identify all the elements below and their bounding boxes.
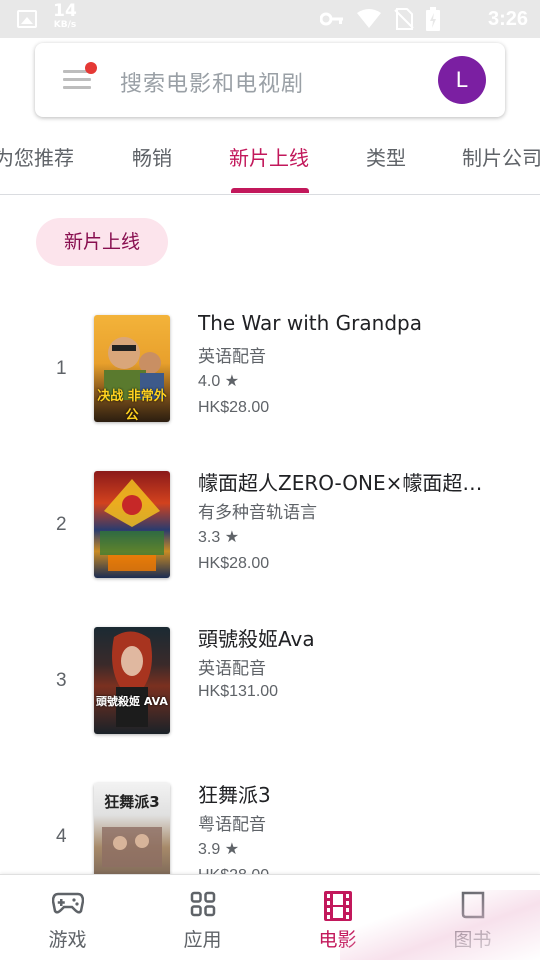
nav-label: 应用 <box>183 929 222 951</box>
gamepad-icon <box>51 892 84 914</box>
movie-poster[interactable] <box>94 471 170 578</box>
price: HK$28.00 <box>198 555 270 572</box>
movie-title[interactable]: 幪面超人ZERO-ONE×幪面超人… <box>198 467 498 496</box>
film-icon <box>323 891 352 921</box>
rating: 3.9 ★ <box>198 839 239 859</box>
bottom-navigation: 游戏 应用 电影 图书 <box>0 874 540 960</box>
tab-recommended[interactable]: 为您推荐 <box>0 142 74 171</box>
notification-dot <box>85 62 97 74</box>
rank-number: 4 <box>56 826 67 847</box>
book-icon <box>461 891 484 919</box>
network-speed-value: 14 <box>53 1 77 21</box>
movie-title[interactable]: 頭號殺姬Ava <box>198 623 498 652</box>
poster-title: 頭號殺姬 AVA <box>96 695 168 708</box>
wifi-icon <box>357 9 381 28</box>
movie-title[interactable]: 狂舞派3 <box>198 779 498 808</box>
tab-new-releases[interactable]: 新片上线 <box>229 142 309 171</box>
audio-language: 英语配音 <box>198 659 266 679</box>
poster-title: 狂舞派3 <box>104 793 160 811</box>
menu-icon[interactable] <box>63 62 97 92</box>
poster-title: 决战 非常外公 <box>97 389 167 422</box>
price: HK$28.00 <box>198 399 270 416</box>
apps-grid-icon <box>190 891 215 917</box>
tab-indicator <box>231 188 309 193</box>
rank-number: 1 <box>56 358 67 379</box>
nav-games[interactable]: 游戏 <box>0 875 135 960</box>
poster-art <box>100 479 164 571</box>
nav-label: 图书 <box>453 929 492 951</box>
star-icon: ★ <box>224 529 240 546</box>
network-speed: 14 KB/s <box>48 3 82 30</box>
rank-number: 3 <box>56 670 67 691</box>
status-icons <box>320 6 440 32</box>
nav-movies[interactable]: 电影 <box>270 875 405 960</box>
rank-number: 2 <box>56 514 67 535</box>
battery-icon <box>426 7 440 31</box>
star-icon: ★ <box>224 373 240 390</box>
rating: 4.0 ★ <box>198 371 239 391</box>
rating-value: 3.9 <box>198 841 221 858</box>
status-bar: 14 KB/s 3:26 <box>0 0 540 38</box>
no-sim-icon <box>394 8 414 30</box>
search-input[interactable]: 搜索电影和电视剧 <box>120 66 304 98</box>
nav-apps[interactable]: 应用 <box>135 875 270 960</box>
movie-poster[interactable]: 頭號殺姬 AVA <box>94 627 170 734</box>
movie-poster[interactable]: 决战 非常外公 <box>94 315 170 422</box>
avatar[interactable]: L <box>438 56 486 104</box>
audio-language: 英语配音 <box>198 347 266 367</box>
nav-label: 游戏 <box>48 929 87 951</box>
rating-value: 4.0 <box>198 373 221 390</box>
key-icon <box>320 12 343 26</box>
tab-genres[interactable]: 类型 <box>366 142 406 171</box>
new-releases-chip[interactable]: 新片上线 <box>36 218 168 266</box>
poster-art <box>112 631 152 727</box>
network-speed-unit: KB/s <box>53 20 77 30</box>
rating-value: 3.3 <box>198 529 221 546</box>
category-tabs: 为您推荐 畅销 新片上线 类型 制片公司 <box>0 130 540 195</box>
search-bar[interactable]: 搜索电影和电视剧 L <box>35 43 505 117</box>
tab-top-selling[interactable]: 畅销 <box>132 142 172 171</box>
audio-language: 粤语配音 <box>198 815 266 835</box>
nav-books[interactable]: 图书 <box>405 875 540 960</box>
rating: 3.3 ★ <box>198 527 239 547</box>
audio-language: 有多种音轨语言 <box>198 503 317 523</box>
clock: 3:26 <box>487 8 528 30</box>
movie-title[interactable]: The War with Grandpa <box>198 311 498 335</box>
price: HK$131.00 <box>198 683 279 700</box>
image-icon <box>17 10 37 28</box>
star-icon: ★ <box>224 841 240 858</box>
tab-studios[interactable]: 制片公司 <box>462 142 540 171</box>
nav-label: 电影 <box>318 929 357 951</box>
